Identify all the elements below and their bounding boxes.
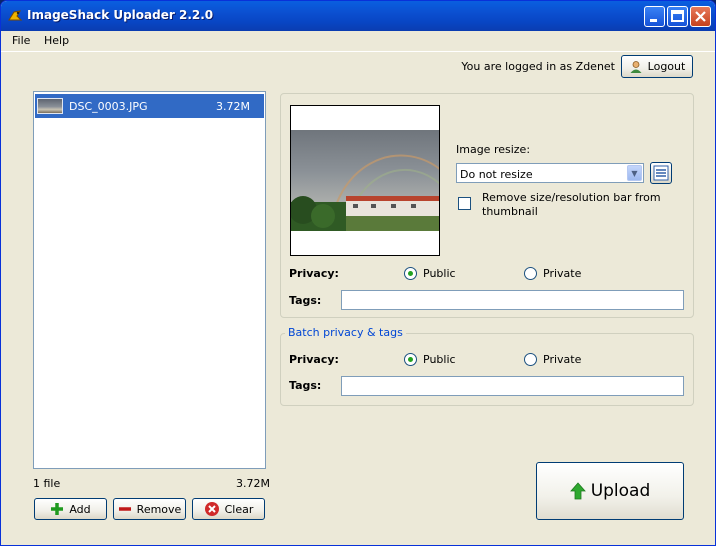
login-status: You are logged in as Zdenet [461, 60, 615, 73]
maximize-button[interactable] [667, 6, 688, 27]
total-size: 3.72M [236, 477, 270, 490]
up-arrow-icon [569, 482, 586, 500]
image-resize-value: Do not resize [460, 168, 533, 181]
logout-button[interactable]: Logout [621, 55, 693, 78]
privacy-public-label[interactable]: Public [423, 267, 456, 280]
remove-button[interactable]: Remove [113, 498, 186, 520]
remove-label: Remove [136, 502, 182, 516]
menu-help[interactable]: Help [44, 34, 69, 47]
upload-button[interactable]: Upload [536, 462, 684, 520]
batch-public-radio[interactable] [404, 353, 417, 366]
tags-label: Tags: [289, 294, 322, 307]
menu-separator [1, 51, 715, 52]
tags-input[interactable] [341, 290, 684, 310]
cancel-icon [204, 502, 219, 516]
batch-tags-label: Tags: [289, 379, 322, 392]
imageshack-frog-icon [8, 10, 23, 21]
remove-bar-label-line1: Remove size/resolution bar from [482, 191, 661, 204]
privacy-public-radio[interactable] [404, 267, 417, 280]
close-icon [695, 11, 706, 22]
image-preview [290, 105, 440, 256]
privacy-private-radio[interactable] [524, 267, 537, 280]
resize-options-button[interactable] [650, 162, 672, 184]
app-window: ImageShack Uploader 2.2.0 File Help You … [0, 0, 716, 546]
image-resize-select[interactable]: Do not resize ▼ [456, 163, 644, 183]
maximize-icon [671, 10, 684, 22]
user-icon [630, 60, 642, 73]
batch-privacy-label: Privacy: [289, 353, 339, 366]
clear-label: Clear [224, 502, 254, 516]
menu-bar: File Help [1, 31, 715, 51]
logout-label: Logout [647, 60, 686, 73]
remove-bar-label-line2: thumbnail [482, 205, 538, 218]
batch-private-label[interactable]: Private [543, 353, 581, 366]
window-title: ImageShack Uploader 2.2.0 [27, 8, 214, 22]
batch-private-radio[interactable] [524, 353, 537, 366]
remove-bar-checkbox[interactable] [458, 197, 471, 210]
file-name: DSC_0003.JPG [69, 99, 148, 113]
file-thumbnail [37, 98, 63, 114]
rainbow-photo [291, 154, 439, 231]
list-icon [653, 165, 669, 181]
minimize-button[interactable] [644, 6, 665, 27]
minus-icon [118, 507, 131, 511]
batch-group-title: Batch privacy & tags [285, 326, 406, 339]
plus-icon [51, 503, 64, 515]
file-list-item[interactable]: DSC_0003.JPG 3.72M [35, 94, 264, 118]
menu-file[interactable]: File [12, 34, 30, 47]
title-bar[interactable]: ImageShack Uploader 2.2.0 [1, 1, 715, 31]
privacy-private-label[interactable]: Private [543, 267, 581, 280]
file-size: 3.72M [216, 99, 250, 113]
batch-public-label[interactable]: Public [423, 353, 456, 366]
file-list[interactable]: DSC_0003.JPG 3.72M [33, 91, 266, 469]
chevron-down-icon[interactable]: ▼ [627, 165, 642, 181]
file-count: 1 file [33, 477, 61, 490]
preview-photo [291, 130, 439, 231]
upload-label: Upload [590, 481, 651, 501]
image-resize-label: Image resize: [456, 143, 531, 156]
add-label: Add [69, 502, 91, 516]
clear-button[interactable]: Clear [192, 498, 265, 520]
minimize-icon [650, 19, 657, 22]
add-button[interactable]: Add [34, 498, 107, 520]
close-button[interactable] [690, 6, 711, 27]
privacy-label: Privacy: [289, 267, 339, 280]
batch-tags-input[interactable] [341, 376, 684, 396]
